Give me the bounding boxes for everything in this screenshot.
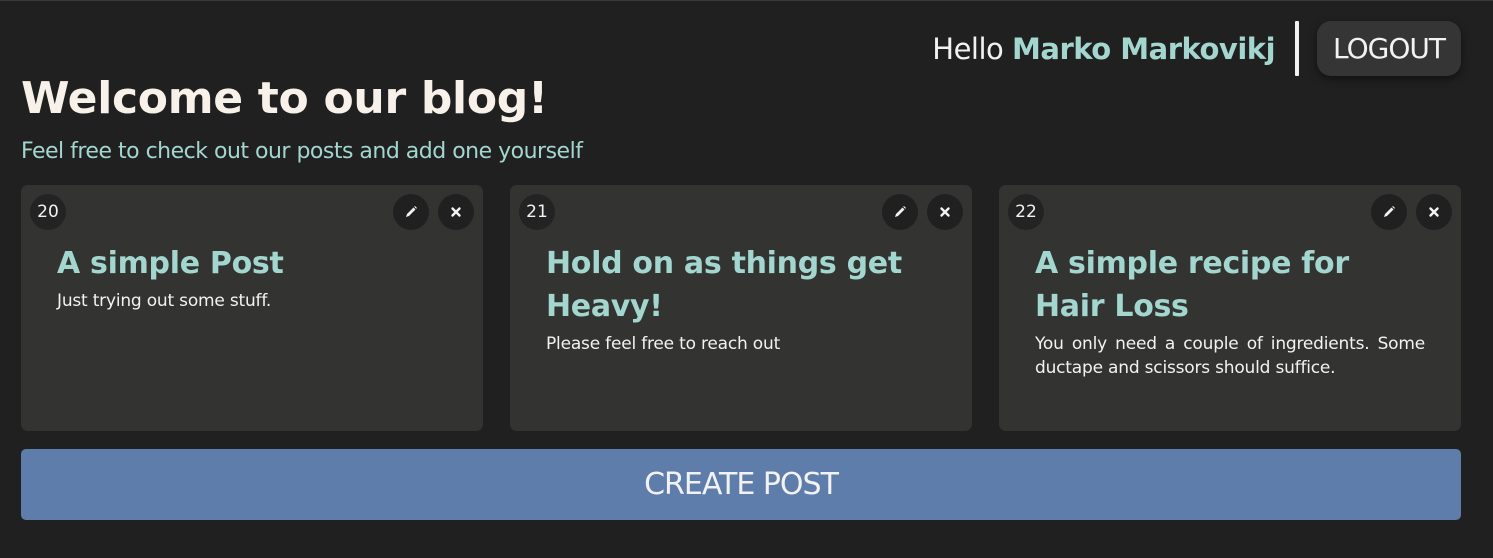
post-id-badge: 22: [1008, 194, 1044, 230]
close-icon: [451, 207, 461, 217]
pencil-icon: [406, 206, 417, 217]
page-subtitle: Feel free to check out our posts and add…: [21, 139, 583, 164]
post-card: 21 Hold on as things get Heavy! Please f…: [510, 185, 972, 431]
delete-post-button[interactable]: [1416, 194, 1452, 230]
logout-button[interactable]: LOGOUT: [1317, 21, 1461, 76]
post-card: 20 A simple Post Just trying out some st…: [21, 185, 483, 431]
user-header: Hello Marko Markovikj LOGOUT: [932, 21, 1461, 76]
post-id-badge: 21: [519, 194, 555, 230]
pencil-icon: [895, 206, 906, 217]
post-title: A simple Post: [57, 246, 284, 281]
edit-post-button[interactable]: [1371, 194, 1407, 230]
post-id-badge: 20: [30, 194, 66, 230]
edit-post-button[interactable]: [882, 194, 918, 230]
page-title: Welcome to our blog!: [21, 73, 548, 124]
post-card: 22 A simple recipe for Hair Loss You onl…: [999, 185, 1461, 431]
close-icon: [940, 207, 950, 217]
create-post-button[interactable]: CREATE POST: [21, 449, 1461, 520]
greeting-text: Hello: [932, 31, 1004, 66]
post-list: 20 A simple Post Just trying out some st…: [21, 185, 1461, 431]
username: Marko Markovikj: [1012, 31, 1276, 66]
delete-post-button[interactable]: [438, 194, 474, 230]
post-title: Hold on as things get Heavy!: [546, 246, 902, 324]
post-body: You only need a couple of ingredients. S…: [1035, 334, 1425, 378]
delete-post-button[interactable]: [927, 194, 963, 230]
close-icon: [1429, 207, 1439, 217]
greeting: Hello Marko Markovikj: [932, 32, 1275, 66]
post-body: Please feel free to reach out: [546, 334, 781, 354]
header-divider: [1295, 21, 1300, 76]
post-title: A simple recipe for Hair Loss: [1035, 246, 1349, 324]
pencil-icon: [1384, 206, 1395, 217]
edit-post-button[interactable]: [393, 194, 429, 230]
post-body: Just trying out some stuff.: [57, 291, 272, 311]
